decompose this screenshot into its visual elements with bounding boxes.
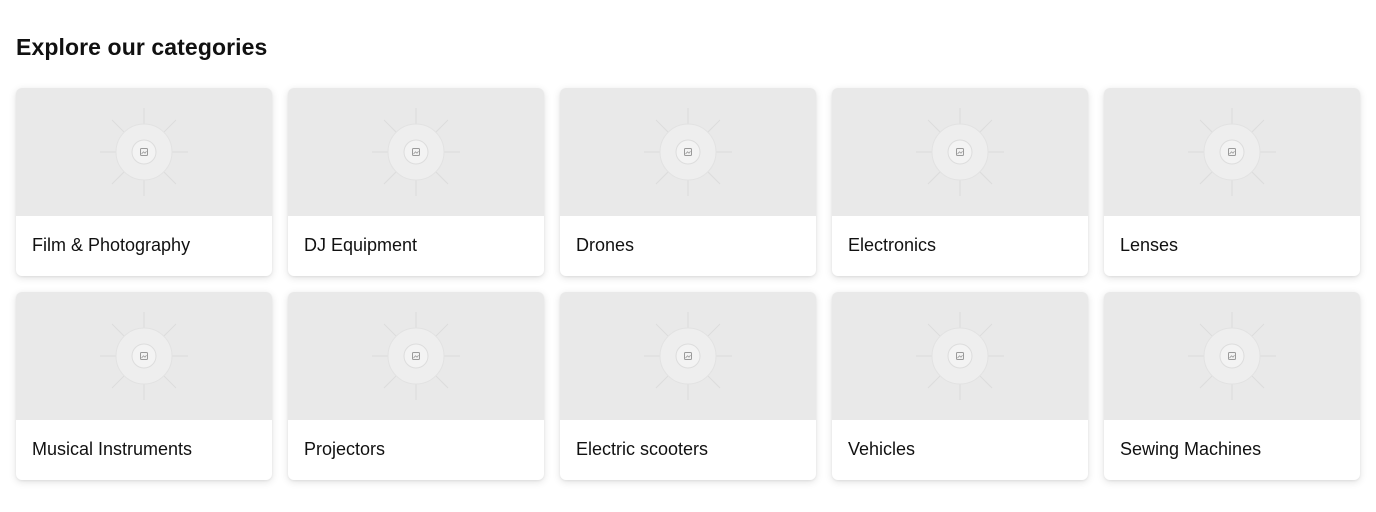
category-image: [560, 292, 816, 420]
category-label: Sewing Machines: [1120, 439, 1262, 459]
category-card-vehicles[interactable]: Vehicles: [832, 292, 1088, 480]
image-placeholder-icon: [372, 312, 460, 400]
category-image: [1104, 88, 1360, 216]
image-placeholder-icon: [100, 312, 188, 400]
image-placeholder-icon: [644, 108, 732, 196]
image-placeholder-icon: [916, 312, 1004, 400]
category-label: Film & Photography: [32, 235, 191, 255]
category-image: [16, 88, 272, 216]
image-placeholder-icon: [1188, 108, 1276, 196]
category-image: [288, 292, 544, 420]
category-card-lenses[interactable]: Lenses: [1104, 88, 1360, 276]
category-card-electronics[interactable]: Electronics: [832, 88, 1088, 276]
category-card-film-photography[interactable]: Film & Photography: [16, 88, 272, 276]
category-label: Projectors: [304, 439, 386, 459]
category-image: [16, 292, 272, 420]
category-image: [560, 88, 816, 216]
image-placeholder-icon: [916, 108, 1004, 196]
image-placeholder-icon: [372, 108, 460, 196]
category-label: DJ Equipment: [304, 235, 418, 255]
image-placeholder-icon: [644, 312, 732, 400]
category-label: Vehicles: [848, 439, 916, 459]
section-title: Explore our categories: [16, 34, 268, 60]
categories-section: Explore our categories Film & Photograph…: [0, 0, 1376, 512]
category-label: Electric scooters: [576, 439, 709, 459]
category-image: [288, 88, 544, 216]
category-card-drones[interactable]: Drones: [560, 88, 816, 276]
category-image: [832, 292, 1088, 420]
category-label: Musical Instruments: [32, 439, 193, 459]
category-card-musical-instruments[interactable]: Musical Instruments: [16, 292, 272, 480]
category-image: [832, 88, 1088, 216]
image-placeholder-icon: [100, 108, 188, 196]
image-placeholder-icon: [1188, 312, 1276, 400]
category-label: Electronics: [848, 235, 937, 255]
category-card-dj-equipment[interactable]: DJ Equipment: [288, 88, 544, 276]
category-card-electric-scooters[interactable]: Electric scooters: [560, 292, 816, 480]
category-card-sewing-machines[interactable]: Sewing Machines: [1104, 292, 1360, 480]
category-label: Lenses: [1120, 235, 1179, 255]
category-label: Drones: [576, 235, 635, 255]
category-image: [1104, 292, 1360, 420]
categories-grid: Film & Photography DJ Equipment Drones E…: [16, 88, 1360, 480]
category-card-projectors[interactable]: Projectors: [288, 292, 544, 480]
